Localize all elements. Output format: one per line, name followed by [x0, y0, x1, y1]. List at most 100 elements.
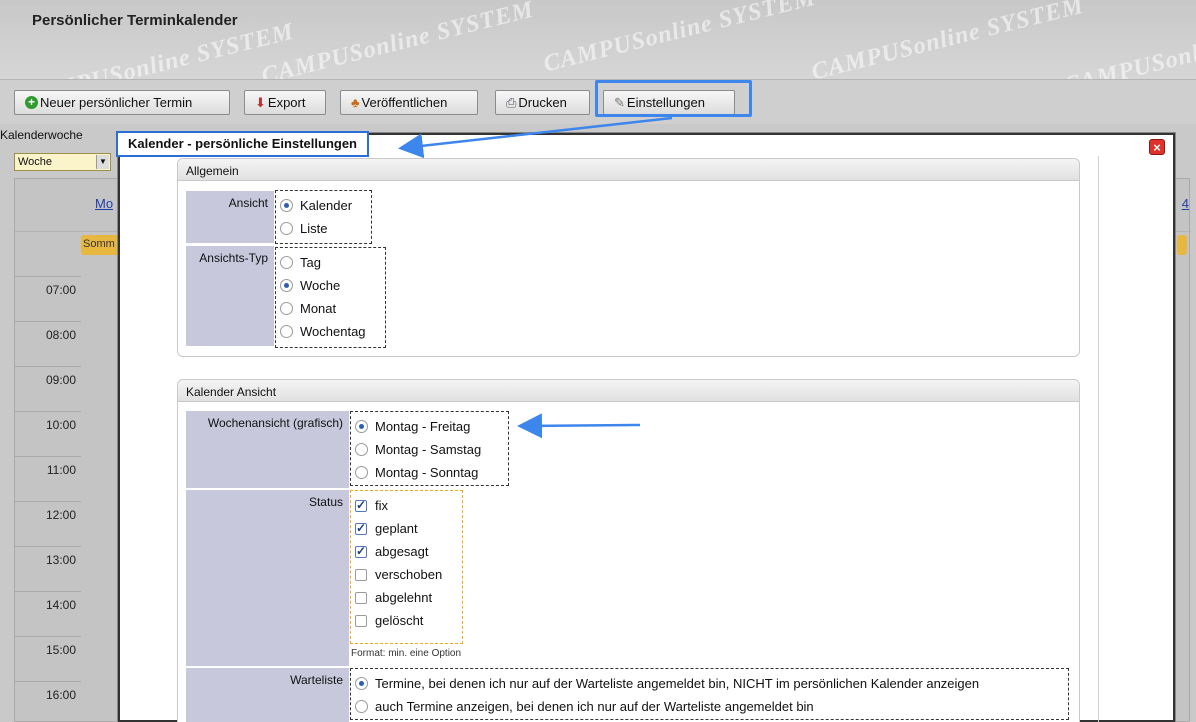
close-icon[interactable]: × — [1149, 139, 1165, 155]
ansichts-typ-radio-group: Tag Woche Monat Wochentag — [275, 247, 386, 348]
view-select[interactable]: Woche ▼ — [14, 153, 111, 171]
publish-label: Veröffentlichen — [361, 95, 448, 110]
radio[interactable] — [280, 302, 293, 315]
waitlist-option-show[interactable]: auch Termine anzeigen, bei denen ich nur… — [355, 695, 1064, 718]
calendar-week-label: Kalenderwoche — [0, 128, 83, 142]
print-label: Drucken — [518, 95, 567, 110]
time-label: 12:00 — [15, 501, 81, 546]
time-label: 08:00 — [15, 321, 81, 366]
printer-icon: ⎙ — [506, 94, 517, 110]
radio-selected[interactable] — [355, 420, 368, 433]
general-heading: Allgemein — [178, 159, 1079, 181]
chevron-down-icon: ▼ — [96, 155, 109, 169]
status-option-verschoben[interactable]: verschoben — [355, 563, 458, 586]
radio-selected[interactable] — [280, 279, 293, 292]
page-title: Persönlicher Terminkalender — [32, 12, 238, 29]
calendar-view-section: Kalender Ansicht Wochenansicht (grafisch… — [177, 379, 1080, 722]
radio[interactable] — [280, 325, 293, 338]
day-header-monday[interactable]: Mo — [95, 196, 113, 211]
waitlist-label: Warteliste — [186, 668, 349, 722]
option-label: Tag — [300, 255, 321, 270]
typ-option-tag[interactable]: Tag — [280, 251, 381, 274]
week-option-mo-so[interactable]: Montag - Sonntag — [355, 461, 504, 484]
time-label: 13:00 — [15, 546, 81, 591]
option-label: gelöscht — [375, 613, 424, 628]
status-option-geplant[interactable]: geplant — [355, 517, 458, 540]
waitlist-radio-group: Termine, bei denen ich nur auf der Warte… — [350, 668, 1069, 720]
radio[interactable] — [280, 256, 293, 269]
status-option-abgelehnt[interactable]: abgelehnt — [355, 586, 458, 609]
new-appointment-label: Neuer persönlicher Termin — [40, 95, 193, 110]
option-label: verschoben — [375, 567, 443, 582]
option-label: abgesagt — [375, 544, 429, 559]
new-appointment-button[interactable]: + Neuer persönlicher Termin — [14, 90, 230, 115]
radio-selected[interactable] — [280, 199, 293, 212]
option-label: Montag - Sonntag — [375, 465, 479, 480]
option-label: auch Termine anzeigen, bei denen ich nur… — [375, 699, 814, 714]
option-label: Montag - Freitag — [375, 419, 471, 434]
radio[interactable] — [355, 700, 368, 713]
plus-icon: + — [25, 96, 38, 109]
option-label: geplant — [375, 521, 418, 536]
option-label: Kalender — [300, 198, 353, 213]
publish-button[interactable]: ♣ Veröffentlichen — [340, 90, 478, 115]
typ-option-woche[interactable]: Woche — [280, 274, 381, 297]
time-label: 16:00 — [15, 681, 81, 722]
export-button[interactable]: ⬇ Export — [244, 90, 326, 115]
option-label: Liste — [300, 221, 328, 236]
checkbox[interactable] — [355, 591, 367, 604]
radio[interactable] — [355, 466, 368, 479]
time-label: 14:00 — [15, 591, 81, 636]
ansicht-option-liste[interactable]: Liste — [280, 217, 367, 240]
radio[interactable] — [280, 222, 293, 235]
option-label: abgelehnt — [375, 590, 433, 605]
week-option-mo-fr[interactable]: Montag - Freitag — [355, 415, 504, 438]
ansicht-label: Ansicht — [186, 191, 274, 243]
checkbox-checked[interactable] — [355, 521, 367, 535]
status-option-abgesagt[interactable]: abgesagt — [355, 540, 458, 563]
checkbox[interactable] — [355, 614, 367, 627]
ansicht-option-kalender[interactable]: Kalender — [280, 194, 367, 217]
time-label: 09:00 — [15, 366, 81, 411]
typ-option-monat[interactable]: Monat — [280, 297, 381, 320]
radio[interactable] — [355, 443, 368, 456]
calendar-view-heading: Kalender Ansicht — [178, 380, 1079, 402]
dialog-divider — [1098, 156, 1099, 722]
users-icon: ♣ — [351, 95, 360, 110]
ansichts-typ-label: Ansichts-Typ — [186, 246, 274, 346]
option-label: Montag - Samstag — [375, 442, 482, 457]
watermark: CAMPUSonline SYSTEM — [540, 0, 819, 78]
ansicht-radio-group: Kalender Liste — [275, 190, 372, 244]
option-label: Termine, bei denen ich nur auf der Warte… — [375, 676, 980, 691]
status-hint: Format: min. eine Option — [351, 648, 462, 659]
calendar-event[interactable] — [1177, 235, 1187, 255]
time-label: 07:00 — [15, 276, 81, 321]
status-option-geloescht[interactable]: gelöscht — [355, 609, 458, 632]
checkbox-checked[interactable] — [355, 544, 367, 558]
day-header-right[interactable]: 4 — [1182, 196, 1189, 211]
status-label: Status — [186, 490, 349, 666]
status-option-fix[interactable]: fix — [355, 494, 458, 517]
watermark: CAMPUSonline SYSTEM — [808, 0, 1087, 80]
export-label: Export — [267, 95, 306, 110]
week-view-radio-group: Montag - Freitag Montag - Samstag Montag… — [350, 411, 509, 486]
typ-option-wochentag[interactable]: Wochentag — [280, 320, 381, 343]
checkbox-checked[interactable] — [355, 498, 367, 512]
time-label: 15:00 — [15, 636, 81, 681]
week-option-mo-sa[interactable]: Montag - Samstag — [355, 438, 504, 461]
print-button[interactable]: ⎙ Drucken — [495, 90, 590, 115]
dialog-title: Kalender - persönliche Einstellungen — [116, 131, 369, 157]
waitlist-option-hide[interactable]: Termine, bei denen ich nur auf der Warte… — [355, 672, 1064, 695]
radio-selected[interactable] — [355, 677, 368, 690]
week-view-label: Wochenansicht (grafisch) — [186, 411, 349, 488]
general-section: Allgemein Ansicht Kalender Liste Ansicht… — [177, 158, 1080, 357]
option-label: fix — [375, 498, 388, 513]
checkbox[interactable] — [355, 568, 367, 581]
settings-dialog: Kalender - persönliche Einstellungen × A… — [116, 131, 1175, 722]
time-label: 10:00 — [15, 411, 81, 456]
time-label: 11:00 — [15, 456, 81, 501]
watermark: CAMPUSonline SYSTEM — [258, 0, 537, 80]
calendar-event[interactable]: Somm — [81, 235, 121, 255]
option-label: Wochentag — [300, 324, 366, 339]
app-header: CAMPUSonline SYSTEM CAMPUSonline SYSTEM … — [0, 0, 1196, 80]
